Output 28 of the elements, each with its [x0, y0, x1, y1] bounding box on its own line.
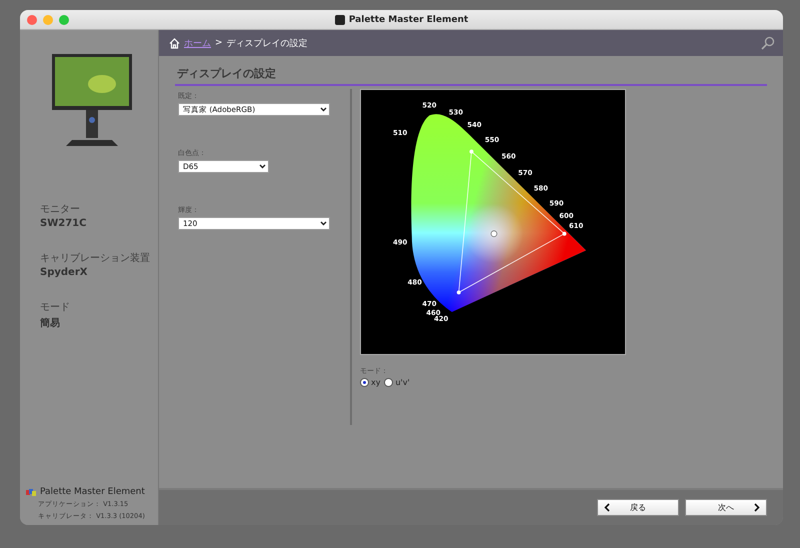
close-button[interactable] — [27, 14, 37, 24]
info-value: 簡易 — [40, 316, 61, 330]
info-label: モニター — [40, 203, 81, 216]
search-icon[interactable] — [761, 36, 775, 50]
app-name: Palette Master Element — [40, 487, 145, 497]
mode-radio[interactable]: xy — [360, 378, 380, 387]
window-title: Palette Master Element — [348, 14, 468, 24]
chevron-down-icon — [259, 164, 266, 169]
next-button[interactable]: 次へ — [685, 499, 767, 516]
chevron-down-icon — [320, 221, 327, 226]
info-value: SpyderX — [40, 267, 88, 278]
home-icon[interactable] — [169, 38, 180, 48]
info-value: SW271C — [40, 218, 88, 229]
chevron-left-icon — [604, 503, 610, 512]
info-label: キャリブレーション装置 — [40, 252, 151, 265]
app-icon — [334, 14, 345, 24]
chevron-right-icon — [754, 503, 760, 512]
minimize-button[interactable] — [43, 14, 53, 24]
zoom-button[interactable] — [59, 14, 69, 24]
info-label: モード — [40, 301, 71, 314]
back-button[interactable]: 戻る — [597, 499, 679, 516]
breadcrumb-separator: > — [215, 38, 223, 48]
breadcrumb-current: ディスプレイの設定 — [226, 37, 308, 50]
section-title: ディスプレイの設定 — [175, 66, 767, 86]
neutral-point-marker — [490, 230, 498, 237]
palette-logo-icon — [26, 488, 36, 496]
chevron-down-icon — [320, 107, 327, 112]
mode-radio[interactable]: u'v' — [384, 378, 410, 387]
